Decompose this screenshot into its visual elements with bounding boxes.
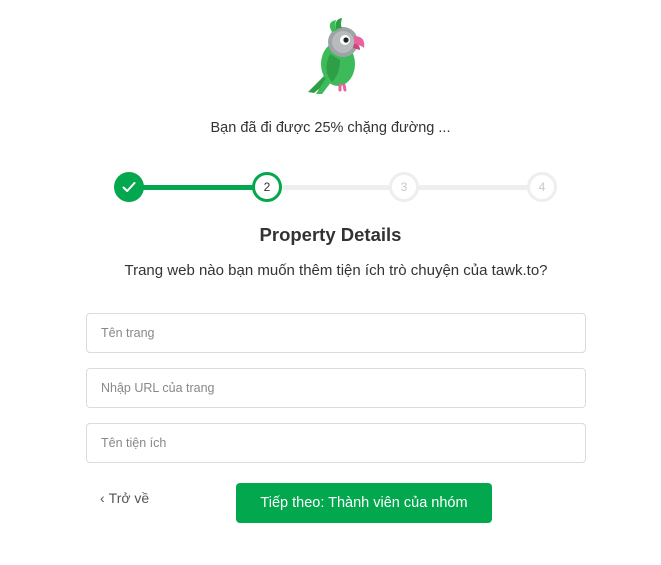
step-3-pending: 3 xyxy=(389,172,419,202)
site-name-input[interactable] xyxy=(86,313,586,353)
step-2-current: 2 xyxy=(252,172,282,202)
back-link-label: Trở về xyxy=(108,490,150,506)
site-url-input[interactable] xyxy=(86,368,586,408)
step-4-pending: 4 xyxy=(527,172,557,202)
back-link[interactable]: ‹ Trở về xyxy=(100,490,149,506)
stepper-track-completed xyxy=(130,185,266,190)
step-1-complete xyxy=(114,172,144,202)
check-icon xyxy=(122,182,136,192)
page-subtitle: Trang web nào bạn muốn thêm tiện ích trò… xyxy=(124,262,548,279)
progress-stepper: 2 3 4 xyxy=(114,172,557,204)
onboarding-page: Bạn đã đi được 25% chặng đường ... 2 3 4… xyxy=(0,0,661,565)
parrot-logo-icon xyxy=(308,18,365,94)
progress-text: Bạn đã đi được 25% chặng đường ... xyxy=(210,120,451,136)
widget-name-input[interactable] xyxy=(86,423,586,463)
page-title: Property Details xyxy=(259,224,402,245)
chevron-left-icon: ‹ xyxy=(100,490,105,506)
next-button[interactable]: Tiếp theo: Thành viên của nhóm xyxy=(236,483,492,523)
